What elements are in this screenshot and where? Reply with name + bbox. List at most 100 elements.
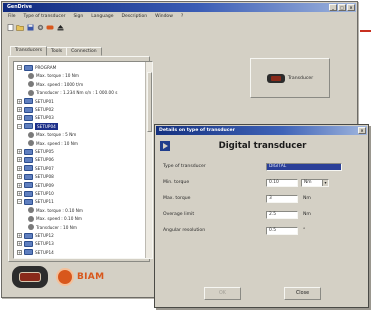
device-logo <box>12 266 48 288</box>
unit-select-value: Nm <box>304 180 312 185</box>
collapse-icon[interactable]: − <box>17 123 22 129</box>
expand-icon[interactable]: + <box>17 174 22 180</box>
tree-item-label: SETUP09 <box>35 182 54 188</box>
close-dialog-button[interactable]: Close <box>284 287 321 300</box>
menu-item-window[interactable]: Window <box>151 13 177 21</box>
tab-connection[interactable]: Connection <box>66 47 102 56</box>
save-icon[interactable] <box>26 23 34 31</box>
minimize-button[interactable]: _ <box>329 4 337 11</box>
tree-node[interactable]: + SETUP09 <box>17 182 54 189</box>
tab-transducers[interactable]: Transducers <box>10 46 48 56</box>
tree-node[interactable]: − SETUP11 <box>17 198 54 205</box>
unit-select[interactable]: Nm ▾ <box>301 179 329 187</box>
tree-item-label: SETUP08 <box>35 174 54 180</box>
tree-panel: − PROGRAM Max. torque : 10 Nm Max. speed : … <box>8 56 153 262</box>
tree-leaf[interactable]: Max. torque : 10 Nm <box>28 72 79 79</box>
tree-node[interactable]: + SETUP10 <box>17 190 54 197</box>
eject-icon[interactable] <box>56 23 64 31</box>
angular-resolution-input[interactable]: 0.5 <box>266 227 298 235</box>
tree-item-label: SETUP06 <box>35 157 54 163</box>
setup-icon <box>24 148 33 155</box>
tree-leaf[interactable]: Max. torque : 0.10 Nm <box>28 207 83 214</box>
menu-item-description[interactable]: Description <box>117 13 151 21</box>
expand-icon[interactable]: + <box>17 191 22 196</box>
collapse-icon[interactable]: − <box>17 199 22 205</box>
unit-label: Nm <box>303 196 311 201</box>
window-title-bar[interactable]: GenDrive _ □ × <box>3 3 356 12</box>
field-label-max-torque: Max. torque <box>163 196 191 201</box>
tree-item-label: SETUP05 <box>35 149 54 154</box>
chevron-down-icon[interactable]: ▾ <box>322 180 328 186</box>
menu-item-sign[interactable]: Sign <box>69 13 87 21</box>
tab-tools[interactable]: Tools <box>46 47 68 56</box>
menu-item-type-of-transducer[interactable]: Type of transducer <box>20 13 70 21</box>
tree-leaf[interactable]: Transducer : 1.234 Nm s/n : 1 000.00 s <box>28 89 117 96</box>
transducer-details-dialog: Details on type of transducer × Digital … <box>154 124 369 308</box>
tree-node[interactable]: + SETUP01 <box>17 98 54 105</box>
collapse-icon[interactable]: − <box>17 65 22 70</box>
tree-node[interactable]: − PROGRAM <box>17 64 56 71</box>
property-icon <box>28 207 34 214</box>
overage-limit-input[interactable]: 2.5 <box>266 211 298 219</box>
expand-icon[interactable]: + <box>17 241 22 247</box>
setup-icon <box>24 232 33 239</box>
tree-node[interactable]: + SETUP08 <box>17 173 54 180</box>
scrollbar-thumb[interactable] <box>147 72 152 132</box>
min-torque-input[interactable]: 0.10 <box>266 179 298 187</box>
setup-icon <box>24 190 33 197</box>
dialog-header: Digital transducer <box>160 139 365 153</box>
tree-node[interactable]: + SETUP13 <box>17 240 54 247</box>
field-label-overage-limit: Overage limit <box>163 212 195 217</box>
transducer-tree[interactable]: − PROGRAM Max. torque : 10 Nm Max. speed : … <box>13 61 153 259</box>
transducer-icon[interactable] <box>46 23 54 31</box>
tree-scrollbar[interactable] <box>145 62 152 258</box>
dialog-title-bar[interactable]: Details on type of transducer × <box>156 126 367 135</box>
tree-node[interactable]: + SETUP06 <box>17 156 54 163</box>
unit-label: ° <box>303 228 306 233</box>
tree-node[interactable]: + SETUP05 <box>17 148 54 155</box>
tree-node[interactable]: + SETUP07 <box>17 165 54 172</box>
dialog-close-button[interactable]: × <box>358 127 366 134</box>
tree-leaf[interactable]: Max. torque : 5 Nm <box>28 131 76 138</box>
tree-item-label: SETUP04 <box>35 122 58 130</box>
tree-leaf[interactable]: Transducer : 10 Nm <box>28 224 77 231</box>
open-folder-icon[interactable] <box>16 23 24 31</box>
expand-icon[interactable]: + <box>17 233 22 238</box>
max-torque-input[interactable]: 3 <box>266 195 298 203</box>
left-tabs: Transducers Tools Connection <box>10 46 102 56</box>
expand-icon[interactable]: + <box>17 249 22 255</box>
expand-icon[interactable]: + <box>17 98 22 104</box>
expand-icon[interactable]: + <box>17 107 22 112</box>
accent-mark <box>360 30 371 32</box>
tree-leaf[interactable]: Max. speed : 10 Nm <box>28 140 78 147</box>
tree-node[interactable]: − SETUP04 <box>17 122 58 130</box>
tree-node[interactable]: + SETUP02 <box>17 106 54 113</box>
tree-node[interactable]: + SETUP03 <box>17 114 54 121</box>
tree-item-label: SETUP03 <box>35 115 54 121</box>
type-of-transducer-input[interactable]: DIGITAL <box>266 163 342 171</box>
maximize-button[interactable]: □ <box>338 4 346 11</box>
close-button[interactable]: × <box>347 4 355 11</box>
tree-item-label: Max. torque : 5 Nm <box>36 132 77 138</box>
menu-item-language[interactable]: Language <box>87 13 117 21</box>
menu-item-file[interactable]: File <box>4 13 20 21</box>
expand-icon[interactable]: + <box>17 182 22 188</box>
tree-item-label: SETUP14 <box>35 249 54 255</box>
expand-icon[interactable]: + <box>17 115 22 121</box>
new-icon[interactable] <box>6 23 14 31</box>
expand-icon[interactable]: + <box>17 165 22 171</box>
tree-node[interactable]: + SETUP12 <box>17 232 54 239</box>
expand-icon[interactable]: + <box>17 157 22 163</box>
property-icon <box>28 131 34 138</box>
menu-item-[interactable]: ? <box>177 13 187 21</box>
tree-leaf[interactable]: Max. speed : 1000 t/m <box>28 81 83 88</box>
expand-icon[interactable]: + <box>17 149 22 154</box>
ok-button[interactable]: OK <box>204 287 241 300</box>
window-title: GenDrive <box>7 5 32 10</box>
tree-leaf[interactable]: Max. speed : 0.10 Nm <box>28 215 82 222</box>
tree-item-label: Transducer : 1.234 Nm s/n : 1 000.00 s <box>36 90 118 96</box>
settings-icon[interactable] <box>36 23 44 31</box>
tree-item-label: Max. speed : 10 Nm <box>36 140 78 146</box>
transducer-button[interactable]: Transducer <box>250 58 330 98</box>
tree-node[interactable]: + SETUP14 <box>17 249 54 256</box>
